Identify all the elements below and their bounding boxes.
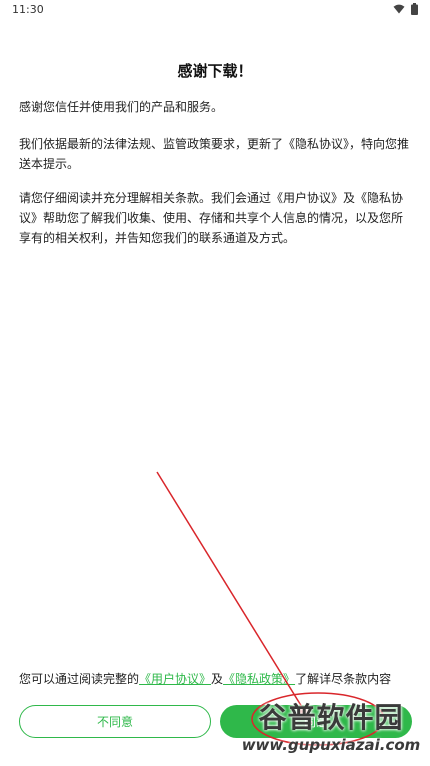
- status-icons: [393, 3, 418, 15]
- footer-text: 您可以通过阅读完整的《用户协议》及《隐私政策》了解详尽条款内容: [19, 670, 419, 687]
- footer-and: 及: [211, 672, 224, 686]
- footer-prefix: 您可以通过阅读完整的: [19, 672, 140, 686]
- wifi-icon: [393, 4, 405, 14]
- disagree-label: 不同意: [96, 715, 133, 729]
- watermark-url: www.gupuxiazai.com: [241, 736, 421, 754]
- status-bar: 11:30: [0, 0, 430, 20]
- battery-icon: [411, 3, 418, 15]
- dialog-title: 感谢下载！: [177, 62, 253, 80]
- user-agreement-link[interactable]: 《用户协议》: [139, 672, 211, 686]
- privacy-policy-link[interactable]: 《隐私政策》: [223, 672, 295, 686]
- watermark: 谷普软件园 www.gupuxiazai.com: [236, 696, 426, 760]
- intro-paragraph: 感谢您信任并使用我们的产品和服务。: [19, 100, 224, 114]
- footer-suffix: 了解详尽条款内容: [295, 672, 392, 686]
- terms-paragraph: 请您仔细阅读并充分理解相关条款。我们会通过《用户协议》及《隐私协议》帮助您了解我…: [19, 191, 404, 245]
- status-time: 11:30: [12, 3, 44, 16]
- update-paragraph: 我们依据最新的法律法规、监管政策要求，更新了《隐私协议》，特向您推送本提示。: [19, 137, 410, 171]
- disagree-button[interactable]: 不同意: [19, 705, 211, 738]
- watermark-logo: 谷普软件园: [258, 701, 404, 734]
